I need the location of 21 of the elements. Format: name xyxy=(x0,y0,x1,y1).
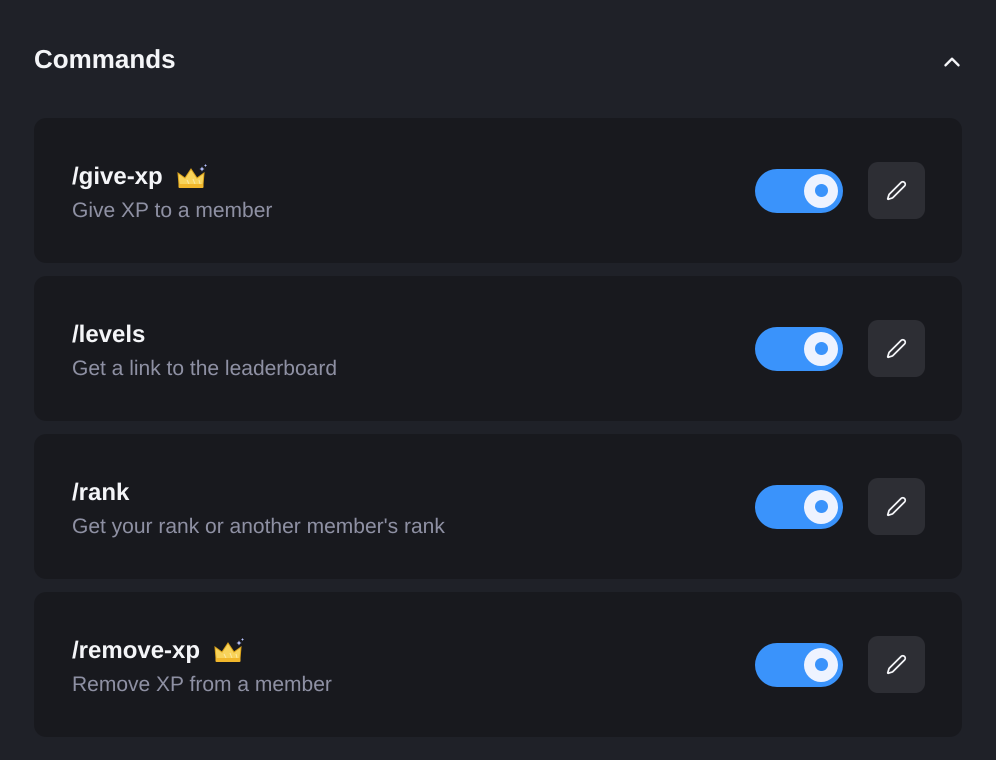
edit-button[interactable] xyxy=(868,162,925,219)
toggle-switch[interactable] xyxy=(755,642,843,686)
edit-button[interactable] xyxy=(868,320,925,377)
toggle-switch[interactable] xyxy=(755,326,843,370)
command-description: Remove XP from a member xyxy=(72,672,332,698)
command-description: Get your rank or another member's rank xyxy=(72,514,445,540)
pen-icon xyxy=(886,338,907,359)
pen-icon xyxy=(886,654,907,675)
command-description: Get a link to the leaderboard xyxy=(72,356,338,382)
command-name: /levels xyxy=(72,320,146,350)
edit-button[interactable] xyxy=(868,478,925,535)
pen-icon xyxy=(886,180,907,201)
section-title: Commands xyxy=(34,44,176,74)
command-name: /remove-xp xyxy=(72,636,200,666)
command-description: Give XP to a member xyxy=(72,198,272,224)
toggle-switch[interactable] xyxy=(755,484,843,528)
toggle-switch[interactable] xyxy=(755,168,843,212)
edit-button[interactable] xyxy=(868,636,925,693)
pen-icon xyxy=(886,496,907,517)
command-name: /give-xp xyxy=(72,162,163,192)
command-name: /rank xyxy=(72,478,130,508)
